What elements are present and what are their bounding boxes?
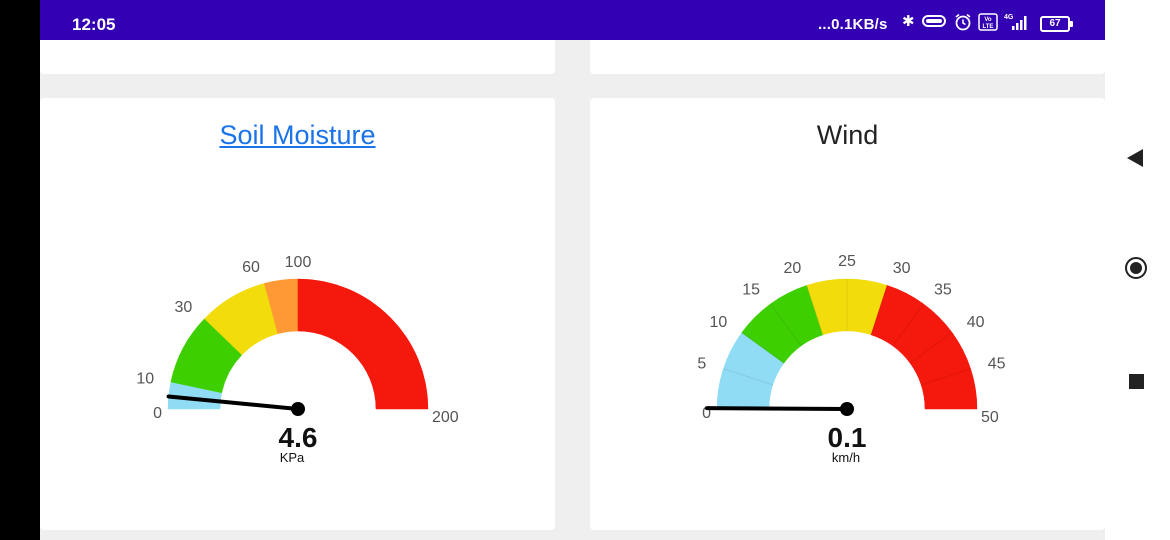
app-screen: 12:05 ...0.1KB/s ✱ Vo LTE 4G 67 Soil Mois… [40,0,1105,540]
soil-moisture-card: Soil Moisture 0 10 30 60 100 200 4.6 KPa [40,98,555,530]
alarm-icon [954,13,972,34]
svg-text:4G: 4G [1004,14,1014,21]
gauge-value: 0.1 [828,422,867,453]
volte-icon: Vo LTE [978,13,998,34]
gauge-band-100-200 [297,278,429,410]
gauge-tick-label: 15 [742,281,760,298]
gauge-tick-label: 50 [981,409,999,426]
status-time: 12:05 [72,15,116,34]
back-icon[interactable] [1127,149,1143,167]
bluetooth-icon: ✱ [902,13,915,30]
svg-text:LTE: LTE [983,24,994,30]
signal-icon: 4G [1002,12,1028,35]
gauge-tick-label: 45 [988,355,1006,372]
gauge-hub [291,402,305,416]
gauge-bands [716,278,978,410]
gauge-tick-label: 100 [285,254,312,271]
recents-icon[interactable] [1129,374,1144,389]
gauge-tick-label: 10 [136,370,154,387]
card-previous-right [590,40,1105,74]
gauge-tick-label: 20 [783,260,801,277]
gauge-tick-label: 30 [893,260,911,277]
gauge-tick-label: 5 [697,355,706,372]
gauge-tick-label: 35 [934,281,952,298]
gauge-tick-label: 200 [432,409,459,426]
gauge-band-30-50 [870,285,978,410]
gauge-value: 4.6 [279,422,318,453]
network-speed: ...0.1KB/s [818,16,888,33]
gauge-tick-label: 40 [967,314,985,331]
toggle-icon [922,14,946,31]
status-bar: 12:05 ...0.1KB/s ✱ Vo LTE 4G 67 [40,0,1105,40]
card-previous-left [40,40,555,74]
navigation-bar [1105,0,1170,540]
wind-card: Wind 0 5 10 15 20 25 30 35 40 45 50 0.1 km/h [590,98,1105,530]
battery-icon: 67 [1040,16,1073,32]
gauge-tick-label: 60 [242,259,260,276]
wind-gauge: 05101520 25 3035404550 0.1 km/h [697,253,1006,465]
home-icon[interactable] [1125,257,1147,279]
svg-text:Vo: Vo [984,17,992,23]
gauge-bands [167,278,429,410]
gauge-tick-label: 10 [709,314,727,331]
gauge-tick-label: 30 [174,299,192,316]
soil-moisture-gauge: 0 10 30 60 100 200 4.6 KPa [136,254,459,465]
gauge-tick-label: 25 [838,253,856,270]
gauge-tick-label: 0 [153,405,162,422]
gauge-unit: KPa [280,450,305,465]
gauge-unit: km/h [832,450,860,465]
gauge-needle [705,406,849,411]
gauge-hub [840,402,854,416]
